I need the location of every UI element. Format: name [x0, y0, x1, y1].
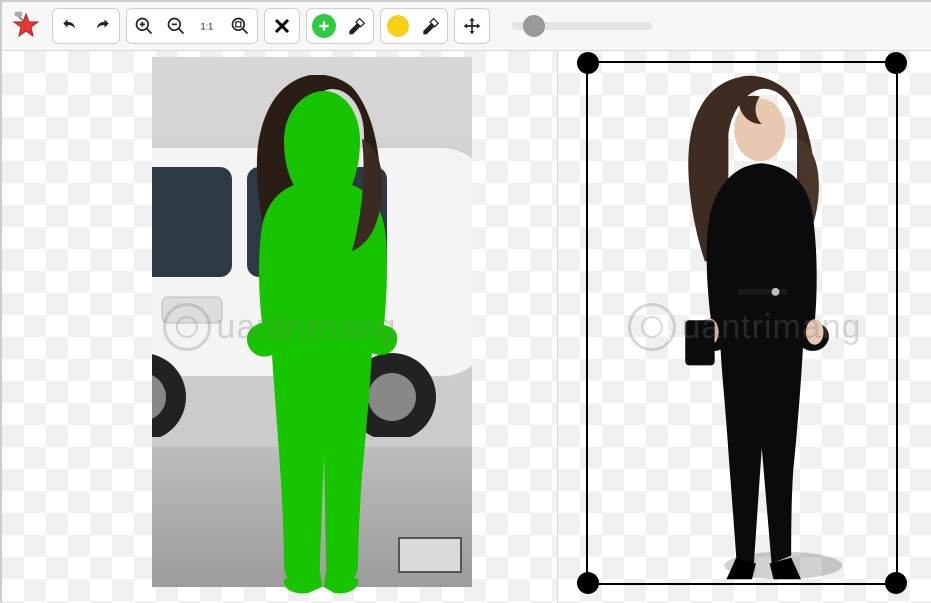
slider-thumb[interactable]	[523, 15, 545, 37]
brush-size-slider[interactable]	[512, 20, 652, 32]
workspace: uantrimang	[2, 51, 931, 603]
toolbar: 1:1	[2, 2, 931, 51]
undo-button[interactable]	[55, 11, 85, 41]
remove-button[interactable]	[267, 11, 297, 41]
source-pane[interactable]: uantrimang	[2, 51, 558, 603]
remove-group	[264, 8, 300, 44]
crop-handle-bottom-left[interactable]	[577, 572, 599, 594]
move-group	[454, 8, 490, 44]
background-erase-button[interactable]	[415, 11, 445, 41]
zoom-in-button[interactable]	[129, 11, 159, 41]
zoom-fit-button[interactable]	[225, 11, 255, 41]
zoom-group: 1:1	[126, 8, 258, 44]
redo-button[interactable]	[87, 11, 117, 41]
crop-handle-bottom-right[interactable]	[885, 572, 907, 594]
foreground-erase-button[interactable]	[341, 11, 371, 41]
background-add-button[interactable]	[383, 11, 413, 41]
history-group	[52, 8, 120, 44]
crop-handle-top-left[interactable]	[577, 52, 599, 74]
move-button[interactable]	[457, 11, 487, 41]
zoom-out-button[interactable]	[161, 11, 191, 41]
result-pane[interactable]: uantrimang	[558, 51, 931, 603]
image-stamp	[398, 537, 462, 573]
circle-icon	[387, 15, 409, 37]
foreground-add-button[interactable]	[309, 11, 339, 41]
background-group	[380, 8, 448, 44]
source-image	[152, 57, 472, 587]
app-logo	[10, 10, 42, 42]
zoom-11-label: 1:1	[201, 21, 214, 31]
zoom-actual-button[interactable]: 1:1	[193, 11, 223, 41]
background-vehicle	[152, 97, 472, 437]
crop-handle-top-right[interactable]	[885, 52, 907, 74]
cutout-result	[646, 75, 852, 585]
plus-icon	[312, 14, 336, 38]
foreground-group	[306, 8, 374, 44]
